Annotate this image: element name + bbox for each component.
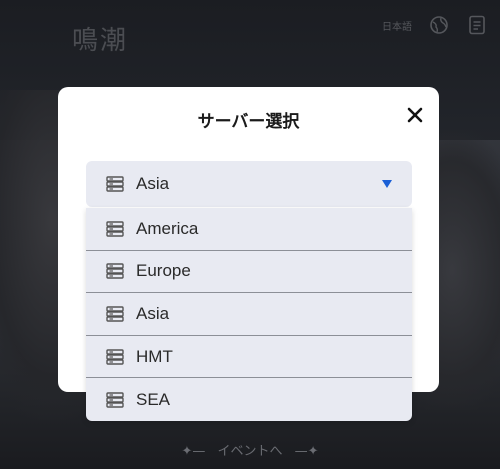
page-background: 鳴潮 日本語 サーバー選択 Asia America Europe Asia H… <box>0 0 500 469</box>
globe-icon[interactable] <box>428 14 450 36</box>
decorative-line-left: ✦— <box>181 444 206 459</box>
top-bar-icons: 日本語 <box>382 14 488 36</box>
server-icon <box>106 306 124 322</box>
language-label: 日本語 <box>382 21 412 33</box>
decorative-line-right: —✦ <box>294 444 319 459</box>
server-option-label: SEA <box>136 389 171 409</box>
server-option-hmt[interactable]: HMT <box>86 336 412 379</box>
selected-server-label: Asia <box>136 174 170 193</box>
server-option-label: Asia <box>136 303 170 323</box>
server-options-list: America Europe Asia HMT SEA <box>86 208 412 421</box>
server-icon <box>106 176 124 192</box>
document-icon[interactable] <box>466 14 488 36</box>
server-icon <box>106 348 124 365</box>
close-icon[interactable] <box>405 105 425 125</box>
game-logo: 鳴潮 <box>72 26 129 56</box>
server-option-label: HMT <box>136 346 173 366</box>
server-option-asia[interactable]: Asia <box>86 293 412 336</box>
event-link[interactable]: ✦— イベントへ —✦ <box>0 440 500 459</box>
server-icon <box>106 391 124 408</box>
event-link-label: イベントへ <box>217 444 283 459</box>
server-option-label: America <box>136 218 199 238</box>
caret-down-icon <box>382 180 392 188</box>
server-select-dropdown[interactable]: Asia <box>86 161 412 207</box>
modal-title: サーバー選択 <box>197 112 300 132</box>
server-option-sea[interactable]: SEA <box>86 378 412 421</box>
server-icon <box>106 221 124 237</box>
server-icon <box>106 263 124 280</box>
server-option-europe[interactable]: Europe <box>86 251 412 294</box>
server-option-label: Europe <box>136 261 191 281</box>
language-button[interactable]: 日本語 <box>382 14 412 36</box>
server-option-america[interactable]: America <box>86 208 412 251</box>
